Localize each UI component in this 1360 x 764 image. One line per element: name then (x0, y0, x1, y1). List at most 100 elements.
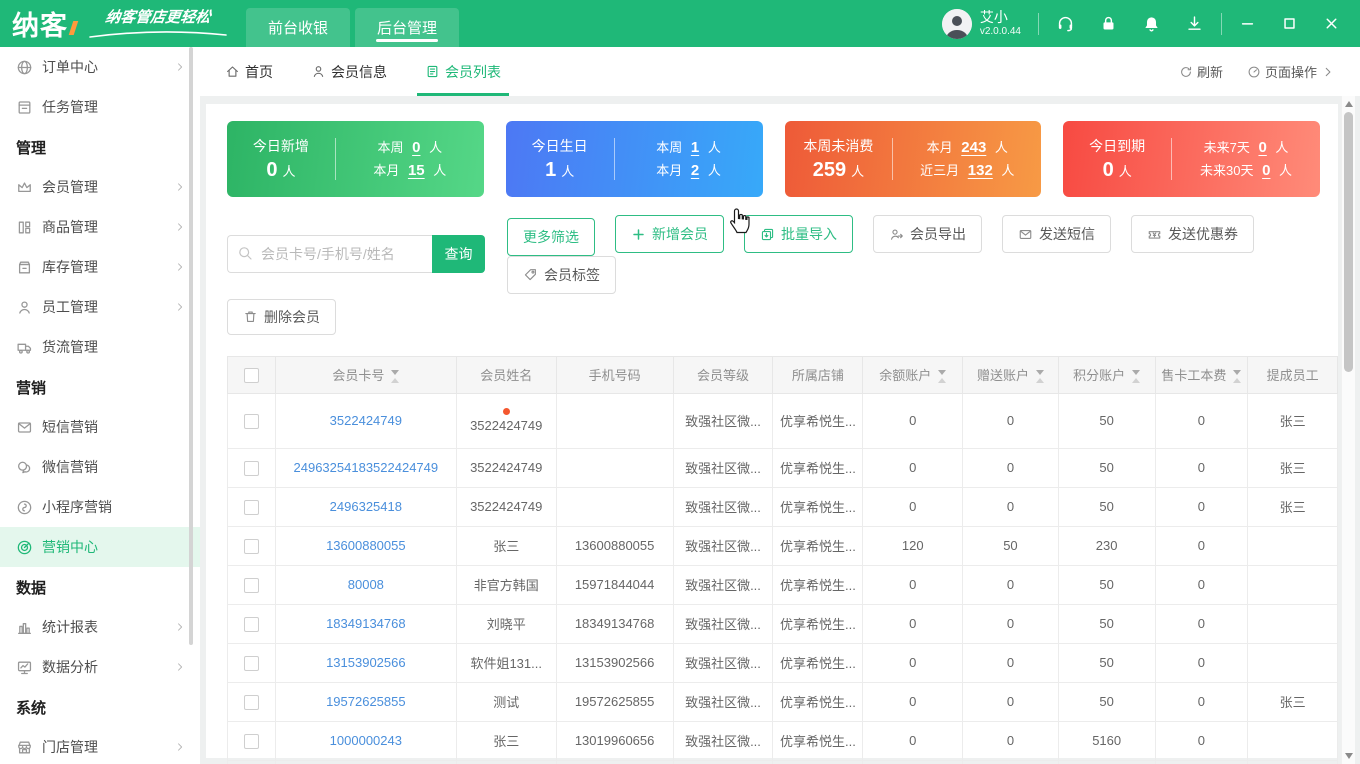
lock-icon[interactable] (1099, 14, 1118, 33)
page-tab-0[interactable]: 首页 (225, 47, 273, 96)
bell-icon[interactable] (1142, 14, 1161, 33)
page-action-1[interactable]: 页面操作 (1247, 62, 1335, 81)
refresh-icon (1179, 65, 1193, 79)
row-checkbox[interactable] (243, 616, 259, 632)
stat-title: 今日新增 (252, 138, 309, 154)
scroll-up-icon[interactable] (1345, 101, 1353, 107)
download-icon[interactable] (1185, 14, 1204, 33)
sidebar-item-1[interactable]: 任务管理 (0, 87, 200, 127)
sidebar-item-9[interactable]: 短信营销 (0, 407, 200, 447)
member-name: 3522424749 (455, 447, 557, 488)
member-card-link[interactable]: 3522424749 (330, 413, 402, 428)
toolbar-row2: 删除会员 (227, 298, 1320, 335)
row-checkbox[interactable] (243, 413, 259, 429)
sidebar-item-12[interactable]: 营销中心 (0, 527, 200, 567)
page-tab-1[interactable]: 会员信息 (311, 47, 387, 96)
stat-subrow: 本周 1 人 (656, 139, 721, 156)
batch-import-button[interactable]: 批量导入 (744, 215, 853, 253)
column-header-card[interactable]: 会员卡号 (274, 355, 457, 394)
sidebar-item-10[interactable]: 微信营销 (0, 447, 200, 487)
toolbar: 查询 更多筛选新增会员批量导入会员导出发送短信发送优惠券会员标签 (227, 215, 1320, 294)
member-card-link[interactable]: 2496325418 (330, 499, 402, 514)
row-checkbox[interactable] (243, 460, 259, 476)
sort-icon[interactable] (1132, 370, 1141, 384)
sidebar-item-11[interactable]: 小程序营销 (0, 487, 200, 527)
page-action-0[interactable]: 刷新 (1179, 62, 1223, 81)
scroll-down-icon[interactable] (1345, 753, 1353, 759)
user-block[interactable]: 艾小 v2.0.0.44 (941, 8, 1021, 39)
row-checkbox[interactable] (243, 538, 259, 554)
nav-tab-1[interactable]: 后台管理 (355, 8, 460, 47)
sort-icon[interactable] (938, 370, 947, 384)
delete-member-button[interactable]: 删除会员 (227, 298, 336, 335)
cell-store: 优享希悦生... (772, 642, 864, 683)
window-controls (1239, 15, 1340, 32)
member-name: 张三 (455, 720, 557, 761)
column-header-balance[interactable]: 余额账户 (862, 355, 964, 394)
member-card-link[interactable]: 24963254183522424749 (294, 460, 439, 475)
sidebar-item-17[interactable]: 门店管理 (0, 727, 200, 764)
chevron-right-icon (174, 181, 186, 193)
page-tab-2[interactable]: 会员列表 (417, 47, 509, 96)
member-card-link[interactable]: 19572625855 (326, 694, 406, 709)
stat-subrow: 未来7天 0 人 (1203, 139, 1289, 156)
sidebar-item-5[interactable]: 库存管理 (0, 247, 200, 287)
sidebar-item-7[interactable]: 货流管理 (0, 327, 200, 367)
send-coupon-button[interactable]: 发送优惠券 (1131, 215, 1254, 253)
minimize-button[interactable] (1239, 15, 1256, 32)
maximize-button[interactable] (1281, 15, 1298, 32)
row-checkbox[interactable] (243, 733, 259, 749)
stat-title: 今日生日 (531, 138, 588, 154)
sort-icon[interactable] (1035, 370, 1044, 384)
app-tagline: 纳客管店更轻松 (88, 6, 228, 42)
toolbar-buttons-row1: 更多筛选 新增会员 批量导入 会员导出 发送短信 发送优惠券会员标签 (507, 215, 1320, 294)
table-row: 1000000243 张三 13019960656 致强社区微... 优享希悦生... 0… (227, 720, 1338, 761)
sidebar-item-6[interactable]: 员工管理 (0, 287, 200, 327)
column-header-gift[interactable]: 赠送账户 (962, 355, 1059, 394)
more-filter-button[interactable]: 更多筛选 (507, 217, 595, 256)
column-header-points[interactable]: 积分账户 (1057, 355, 1156, 394)
store-icon (16, 739, 33, 756)
member-card-link[interactable]: 1000000243 (330, 733, 402, 748)
member-tag-button[interactable]: 会员标签 (507, 255, 616, 294)
table-row: 1000000247刘平13019960666测试5折优享希悦生...0000 (227, 759, 1338, 764)
sidebar-item-3[interactable]: 会员管理 (0, 167, 200, 207)
add-member-button[interactable]: 新增会员 (615, 215, 724, 253)
member-name: 软件姐131... (455, 642, 557, 683)
sidebar-scrollbar[interactable] (189, 47, 193, 645)
service-icon[interactable] (1056, 14, 1075, 33)
sort-icon[interactable] (1233, 370, 1242, 384)
column-header-fee[interactable]: 售卡工本费 (1154, 355, 1249, 394)
search-button[interactable]: 查询 (432, 235, 485, 274)
member-card-link[interactable]: 80008 (348, 577, 384, 592)
member-card-link[interactable]: 13153902566 (326, 655, 406, 670)
select-all-checkbox[interactable] (243, 367, 259, 383)
sidebar-item-14[interactable]: 统计报表 (0, 607, 200, 647)
cell-phone (555, 447, 674, 488)
chevron-right-icon (174, 661, 186, 673)
sidebar-item-0[interactable]: 订单中心 (0, 47, 200, 87)
row-checkbox[interactable] (243, 694, 259, 710)
sidebar-item-15[interactable]: 数据分析 (0, 647, 200, 687)
chevron-right-icon (174, 261, 186, 273)
titlebar: 纳客 纳客管店更轻松 前台收银 后台管理 艾小 v2.0.0.44 (0, 0, 1360, 47)
search-input[interactable] (227, 235, 432, 274)
sidebar-item-4[interactable]: 商品管理 (0, 207, 200, 247)
nav-tab-0[interactable]: 前台收银 (246, 8, 351, 47)
sort-icon[interactable] (391, 370, 400, 384)
row-checkbox[interactable] (243, 577, 259, 593)
stat-value: 0人 (266, 159, 296, 181)
titlebar-nav: 前台收银 后台管理 (246, 8, 464, 47)
mail-icon (1018, 227, 1033, 242)
scrollbar-thumb[interactable] (1344, 112, 1353, 372)
monitor-icon (16, 659, 33, 676)
member-card-link[interactable]: 13600880055 (326, 538, 406, 553)
send-sms-button[interactable]: 发送短信 (1002, 215, 1111, 253)
main-scrollbar[interactable] (1341, 96, 1355, 764)
row-checkbox[interactable] (243, 655, 259, 671)
member-card-link[interactable]: 18349134768 (326, 616, 406, 631)
cell-store: 优享希悦生... (772, 603, 864, 644)
row-checkbox[interactable] (243, 499, 259, 515)
close-button[interactable] (1323, 15, 1340, 32)
export-member-button[interactable]: 会员导出 (873, 215, 982, 253)
